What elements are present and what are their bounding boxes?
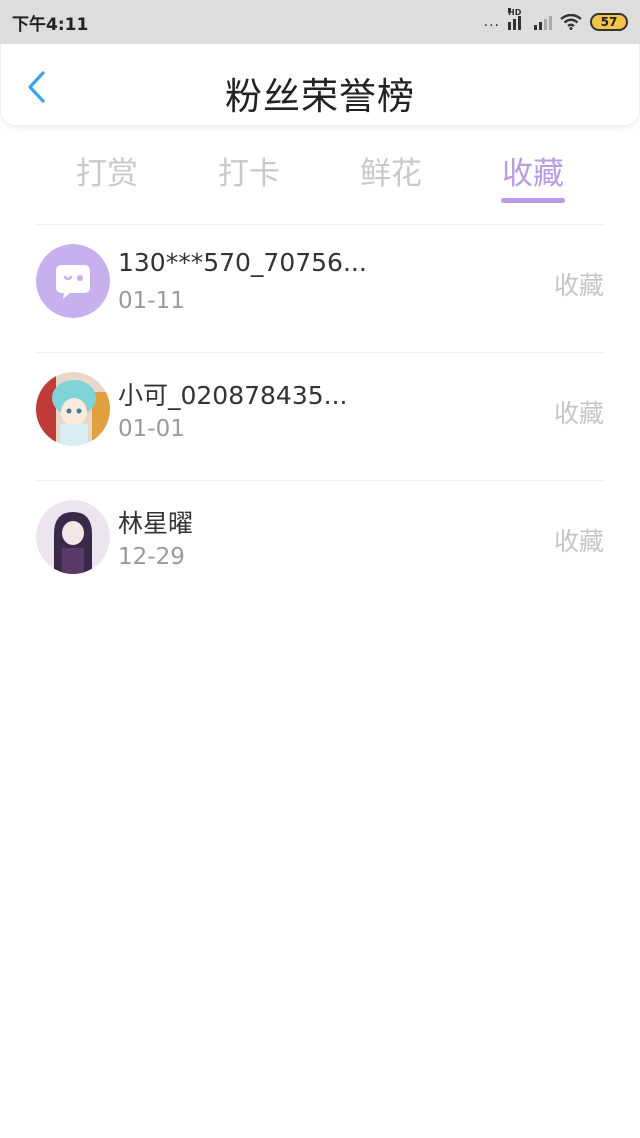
avatar xyxy=(36,500,110,574)
page-title: 粉丝荣誉榜 xyxy=(225,75,415,118)
tab-flowers[interactable]: 鲜花 xyxy=(360,148,422,193)
header: 粉丝荣誉榜 xyxy=(0,44,640,126)
fan-name: 林星曜 xyxy=(118,509,194,538)
more-dots-icon: ... xyxy=(483,14,500,30)
fan-date: 01-01 xyxy=(118,416,185,442)
fan-date: 12-29 xyxy=(118,544,185,570)
fan-name: 130***570_70756... xyxy=(118,248,367,277)
tab-bar: 打赏 打卡 鲜花 收藏 xyxy=(0,140,640,210)
fan-date: 01-11 xyxy=(118,288,185,314)
tab-reward[interactable]: 打赏 xyxy=(76,148,138,193)
favorite-label: 收藏 xyxy=(553,271,604,300)
list-item[interactable]: 130***570_70756... 01-11 收藏 xyxy=(0,226,640,336)
favorite-label: 收藏 xyxy=(553,527,604,556)
tab-checkin[interactable]: 打卡 xyxy=(218,148,280,193)
fan-name: 小可_020878435... xyxy=(118,381,348,410)
avatar xyxy=(36,244,110,318)
tab-favorites[interactable]: 收藏 xyxy=(502,148,564,193)
favorite-label: 收藏 xyxy=(553,399,604,428)
wifi-icon xyxy=(560,14,582,30)
signal-icon xyxy=(534,14,552,30)
list-item[interactable]: 林星曜 12-29 收藏 xyxy=(0,482,640,592)
status-icons: ... HD 57 xyxy=(483,8,628,31)
divider xyxy=(36,352,604,353)
list-item[interactable]: 小可_020878435... 01-01 收藏 xyxy=(0,354,640,464)
battery-level: 57 xyxy=(600,15,618,29)
divider xyxy=(36,224,604,225)
avatar xyxy=(36,372,110,446)
signal-hd-icon: HD xyxy=(508,8,526,30)
active-tab-indicator xyxy=(501,198,565,203)
status-time: 下午4:11 xyxy=(12,14,89,35)
status-bar: 下午4:11 ... HD 57 xyxy=(0,0,640,44)
divider xyxy=(36,480,604,481)
hd-label: HD xyxy=(508,8,522,17)
battery-icon: 57 xyxy=(590,13,628,31)
